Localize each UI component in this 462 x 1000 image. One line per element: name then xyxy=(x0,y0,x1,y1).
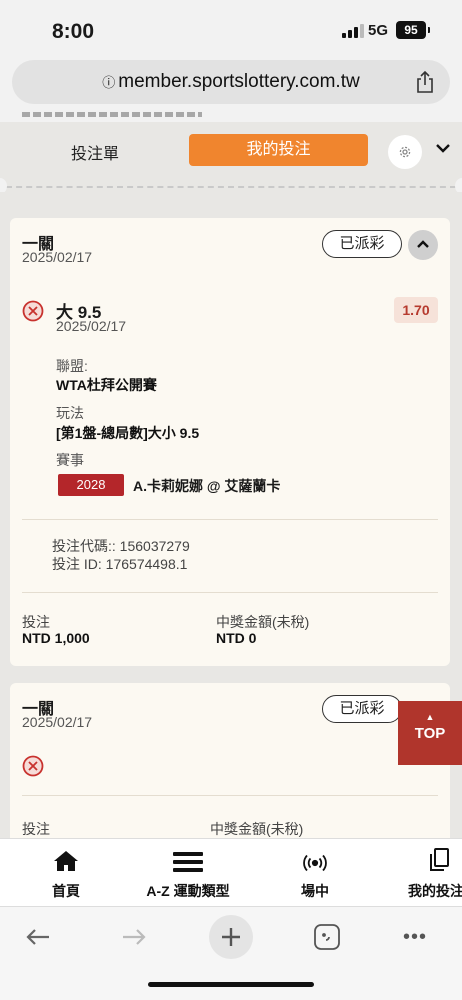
nav-label: 我的投注 xyxy=(408,883,462,899)
payout-label: 中獎金額(未稅) xyxy=(210,821,304,837)
bet-date: 2025/02/17 xyxy=(22,714,93,730)
nav-label: A-Z 運動類型 xyxy=(146,883,230,899)
new-tab-button[interactable] xyxy=(209,915,253,959)
odds-badge: 1.70 xyxy=(394,297,438,323)
status-badge: 已派彩 xyxy=(322,230,402,258)
payout-label: 中獎金額(未稅) xyxy=(216,614,310,630)
info-icon: ⓘ xyxy=(102,75,116,90)
event-id-badge: 2028 xyxy=(58,474,124,496)
nav-label: 場中 xyxy=(301,883,329,899)
scroll-top-button[interactable]: ▲ TOP xyxy=(398,701,462,765)
bottom-nav: 首頁 A-Z 運動類型 場中 我的投注 xyxy=(0,838,462,906)
stake-label: 投注 xyxy=(22,614,50,630)
arrow-left-icon xyxy=(26,929,49,945)
network-label: 5G xyxy=(368,22,389,39)
home-indicator xyxy=(148,982,314,987)
divider xyxy=(22,592,438,593)
nav-label: 首頁 xyxy=(52,883,80,899)
divider xyxy=(22,795,438,796)
event-label: 賽事 xyxy=(56,452,84,468)
more-button[interactable]: ••• xyxy=(398,919,432,955)
bet-code: 投注代碼:: 156037279 xyxy=(52,538,190,554)
event-name: A.卡莉妮娜 @ 艾薩蘭卡 xyxy=(133,478,281,494)
collapse-button[interactable] xyxy=(408,230,438,260)
tab-my-bets[interactable]: 我的投注 xyxy=(189,134,368,166)
market-value: [第1盤-總局數]大小 9.5 xyxy=(56,425,200,441)
settings-button[interactable] xyxy=(388,135,422,169)
bet-tabs-header: 投注單 我的投注 xyxy=(0,122,462,192)
status-bar: 8:00 5G 95 xyxy=(0,0,462,58)
lose-icon xyxy=(22,300,44,322)
arrow-right-icon xyxy=(123,929,146,945)
home-icon xyxy=(54,851,78,871)
live-icon xyxy=(303,854,327,872)
lose-icon xyxy=(22,755,44,777)
selection-date: 2025/02/17 xyxy=(56,318,127,334)
url-text: member.sportslottery.com.tw xyxy=(118,71,360,92)
chevron-down-icon[interactable] xyxy=(435,142,451,154)
copy-icon xyxy=(430,848,449,871)
stake-label: 投注 xyxy=(22,821,50,837)
nav-item-home[interactable]: 首頁 xyxy=(28,839,104,907)
payout-value: NTD 0 xyxy=(216,630,257,646)
tab-betslip[interactable]: 投注單 xyxy=(30,140,160,164)
stake-value: NTD 1,000 xyxy=(22,630,90,646)
forward-button[interactable] xyxy=(116,919,152,955)
arrow-up-icon: ▲ xyxy=(425,712,435,722)
signal-icon xyxy=(342,24,364,38)
bet-id: 投注 ID: 176574498.1 xyxy=(52,556,188,572)
divider xyxy=(6,186,456,188)
ellipsis-icon: ••• xyxy=(402,925,427,948)
gear-icon xyxy=(399,146,411,158)
back-button[interactable] xyxy=(20,919,56,955)
divider xyxy=(22,519,438,520)
scrolled-content-peek xyxy=(0,106,462,122)
market-label: 玩法 xyxy=(56,405,84,421)
status-badge: 已派彩 xyxy=(322,695,402,723)
plus-icon xyxy=(222,928,240,946)
nav-item-my-bets[interactable]: 我的投注 xyxy=(400,839,462,907)
chevron-up-icon xyxy=(417,240,429,248)
league-label: 聯盟: xyxy=(56,358,88,374)
nav-item-sports[interactable]: A-Z 運動類型 xyxy=(128,839,248,907)
status-time: 8:00 xyxy=(52,20,95,43)
url-bar[interactable]: ⓘ member.sportslottery.com.tw xyxy=(12,60,450,104)
share-icon[interactable] xyxy=(414,70,436,94)
nav-item-live[interactable]: 場中 xyxy=(280,839,350,907)
battery-icon: 95 xyxy=(396,21,430,39)
bet-card: 一關 2025/02/17 已派彩 投注 中獎金額(未稅) xyxy=(10,683,450,843)
league-value: WTA杜拜公開賽 xyxy=(56,377,157,393)
tabs-button[interactable] xyxy=(312,919,342,955)
top-label: TOP xyxy=(414,725,446,742)
bet-card: 一關 2025/02/17 已派彩 大 9.5 2025/02/17 1.70 … xyxy=(10,218,450,666)
bet-date: 2025/02/17 xyxy=(22,249,93,265)
menu-icon xyxy=(173,852,203,872)
tabs-icon xyxy=(314,924,340,950)
